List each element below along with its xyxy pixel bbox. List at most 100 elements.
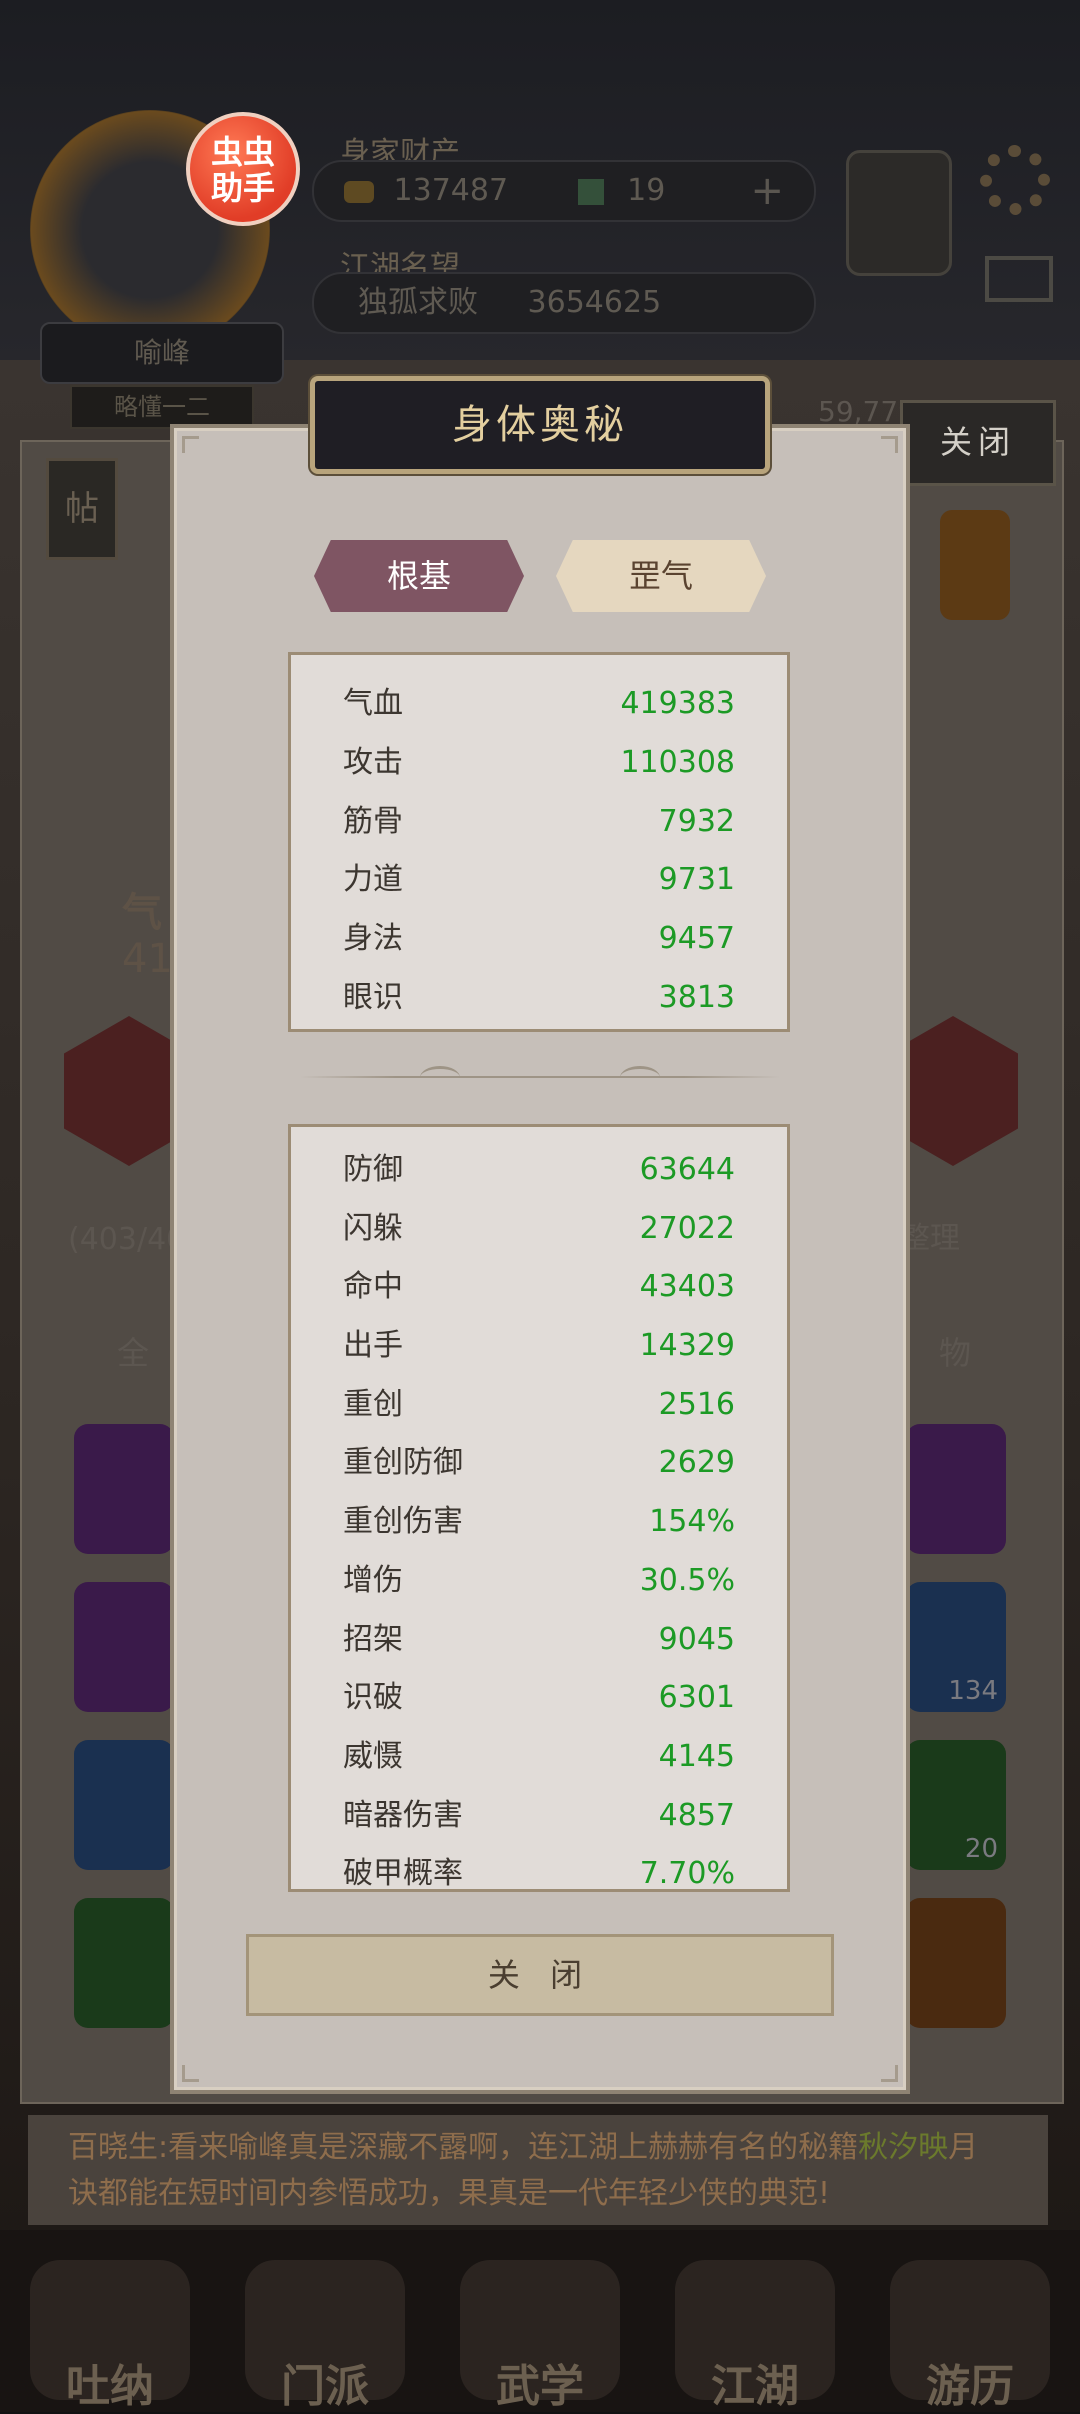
corner-ornament: [881, 2065, 898, 2082]
stat-row: 命中 43403: [343, 1258, 735, 1316]
stat-row: 招架 9045: [343, 1611, 735, 1669]
item-slot[interactable]: [74, 1424, 174, 1554]
wealth-bar: 137487 19 +: [312, 160, 816, 222]
stat-name: 招架: [343, 1622, 403, 1657]
jade-value: 19: [627, 173, 666, 208]
stat-value: 3813: [658, 980, 735, 1015]
nav-label-jianghu: 江湖: [711, 2361, 799, 2412]
item-count: 134: [948, 1676, 998, 1706]
stat-name: 增伤: [343, 1563, 403, 1598]
stat-row: 攻击 110308: [343, 734, 735, 792]
stat-row: 识破 6301: [343, 1669, 735, 1727]
side-41-label: 41: [122, 936, 173, 982]
story-message: 百晓生:看来喻峰真是深藏不露啊，连江湖上赫赫有名的秘籍秋汐映月诀都能在短时间内参…: [28, 2115, 1048, 2225]
stat-value: 14329: [639, 1328, 735, 1363]
nav-label-youli: 游历: [926, 2361, 1014, 2412]
player-rank: 略懂一二: [70, 385, 254, 429]
lantern-icon[interactable]: [940, 510, 1010, 620]
stat-row: 增伤 30.5%: [343, 1552, 735, 1610]
stat-name: 闪躲: [343, 1211, 403, 1246]
stat-value: 4857: [658, 1798, 735, 1833]
stat-value: 30.5%: [639, 1563, 735, 1598]
stat-name: 破甲概率: [343, 1856, 463, 1891]
corner-ornament: [881, 436, 898, 453]
nav-label-tuna: 吐纳: [66, 2361, 154, 2412]
stat-value: 7.70%: [639, 1856, 735, 1891]
tab-genji[interactable]: 根基: [314, 540, 524, 612]
basic-stats-panel: 气血 419383 攻击 110308 筋骨 7932 力道 9731 身法 9457 眼…: [288, 652, 790, 1032]
stat-value: 110308: [620, 745, 735, 780]
corner-ornament: [182, 2065, 199, 2082]
post-icon[interactable]: 帖: [46, 458, 118, 560]
stat-value: 2629: [658, 1445, 735, 1480]
stat-value: 43403: [639, 1269, 735, 1304]
stat-value: 7932: [658, 804, 735, 839]
stat-name: 筋骨: [343, 804, 403, 839]
stat-value: 154%: [649, 1504, 735, 1539]
stat-name: 命中: [343, 1269, 403, 1304]
stat-value: 27022: [639, 1211, 735, 1246]
stat-name: 重创: [343, 1387, 403, 1422]
item-slot[interactable]: [74, 1898, 174, 2028]
filter-all-tab[interactable]: 全: [88, 1324, 178, 1382]
divider-ornament: [620, 1066, 660, 1089]
taiji-icon[interactable]: [846, 150, 952, 276]
stat-name: 暗器伤害: [343, 1798, 463, 1833]
stat-value: 63644: [639, 1152, 735, 1187]
stat-row: 眼识 3813: [343, 969, 735, 1027]
stat-name: 威慑: [343, 1739, 403, 1774]
stat-name: 重创防御: [343, 1445, 463, 1480]
gear-icon[interactable]: [980, 145, 1050, 215]
filter-item-tab[interactable]: 物: [910, 1324, 1000, 1382]
helper-badge[interactable]: 虫虫 助手: [186, 112, 300, 226]
item-slot[interactable]: [906, 1424, 1006, 1554]
fame-value: 3654625: [527, 285, 662, 320]
stat-name: 攻击: [343, 745, 403, 780]
stat-name: 气血: [343, 686, 403, 721]
item-slot[interactable]: [906, 1898, 1006, 2028]
message-part-1: 百晓生:看来喻峰真是深藏不露啊，连江湖上赫赫有名的秘籍: [68, 2130, 859, 2165]
item-slot[interactable]: 134: [906, 1582, 1006, 1712]
close-button[interactable]: 关 闭: [246, 1934, 834, 2016]
advanced-stats-panel[interactable]: 防御 63644 闪躲 27022 命中 43403 出手 14329 重创 2516 重…: [288, 1124, 790, 1892]
stat-row: 筋骨 7932: [343, 793, 735, 851]
stat-row: 身法 9457: [343, 910, 735, 968]
stat-row: 重创伤害 154%: [343, 1493, 735, 1551]
message-highlight: 秋汐映: [858, 2130, 949, 2165]
sort-button[interactable]: 整理: [900, 1210, 1000, 1268]
stat-row: 破甲概率 7.70%: [343, 1845, 735, 1891]
item-slot[interactable]: [74, 1582, 174, 1712]
bag-count: (403/40: [68, 1222, 186, 1257]
stat-row: 暗器伤害 4857: [343, 1787, 735, 1845]
player-name: 喻峰: [40, 322, 284, 384]
side-qi-label: 气: [122, 890, 162, 936]
stat-value: 4145: [658, 1739, 735, 1774]
stat-name: 身法: [343, 921, 403, 956]
stat-name: 重创伤害: [343, 1504, 463, 1539]
stat-name: 眼识: [343, 980, 403, 1015]
outer-close-button[interactable]: 关闭: [900, 400, 1056, 486]
corner-ornament: [182, 436, 199, 453]
divider-ornament: [420, 1066, 460, 1089]
stat-name: 识破: [343, 1680, 403, 1715]
stat-row: 防御 63644: [343, 1141, 735, 1199]
nav-label-wuxue: 武学: [496, 2361, 584, 2412]
item-count: 20: [964, 1834, 998, 1864]
stat-row: 闪躲 27022: [343, 1200, 735, 1258]
add-currency-icon[interactable]: +: [750, 162, 784, 220]
stat-value: 9731: [658, 862, 735, 897]
stat-value: 6301: [658, 1680, 735, 1715]
stat-row: 重创防御 2629: [343, 1434, 735, 1492]
item-slot[interactable]: 20: [906, 1740, 1006, 1870]
stat-row: 力道 9731: [343, 851, 735, 909]
dialog-title: 身体奥秘: [310, 376, 770, 474]
stat-row: 出手 14329: [343, 1317, 735, 1375]
mail-icon[interactable]: [985, 256, 1053, 302]
stat-value: 2516: [658, 1387, 735, 1422]
stat-value: 9457: [658, 921, 735, 956]
item-slot[interactable]: [74, 1740, 174, 1870]
tab-gangqi[interactable]: 罡气: [556, 540, 766, 612]
fame-bar: 独孤求败 3654625: [312, 272, 816, 334]
stat-name: 出手: [343, 1328, 403, 1363]
gold-value: 137487: [393, 173, 509, 208]
